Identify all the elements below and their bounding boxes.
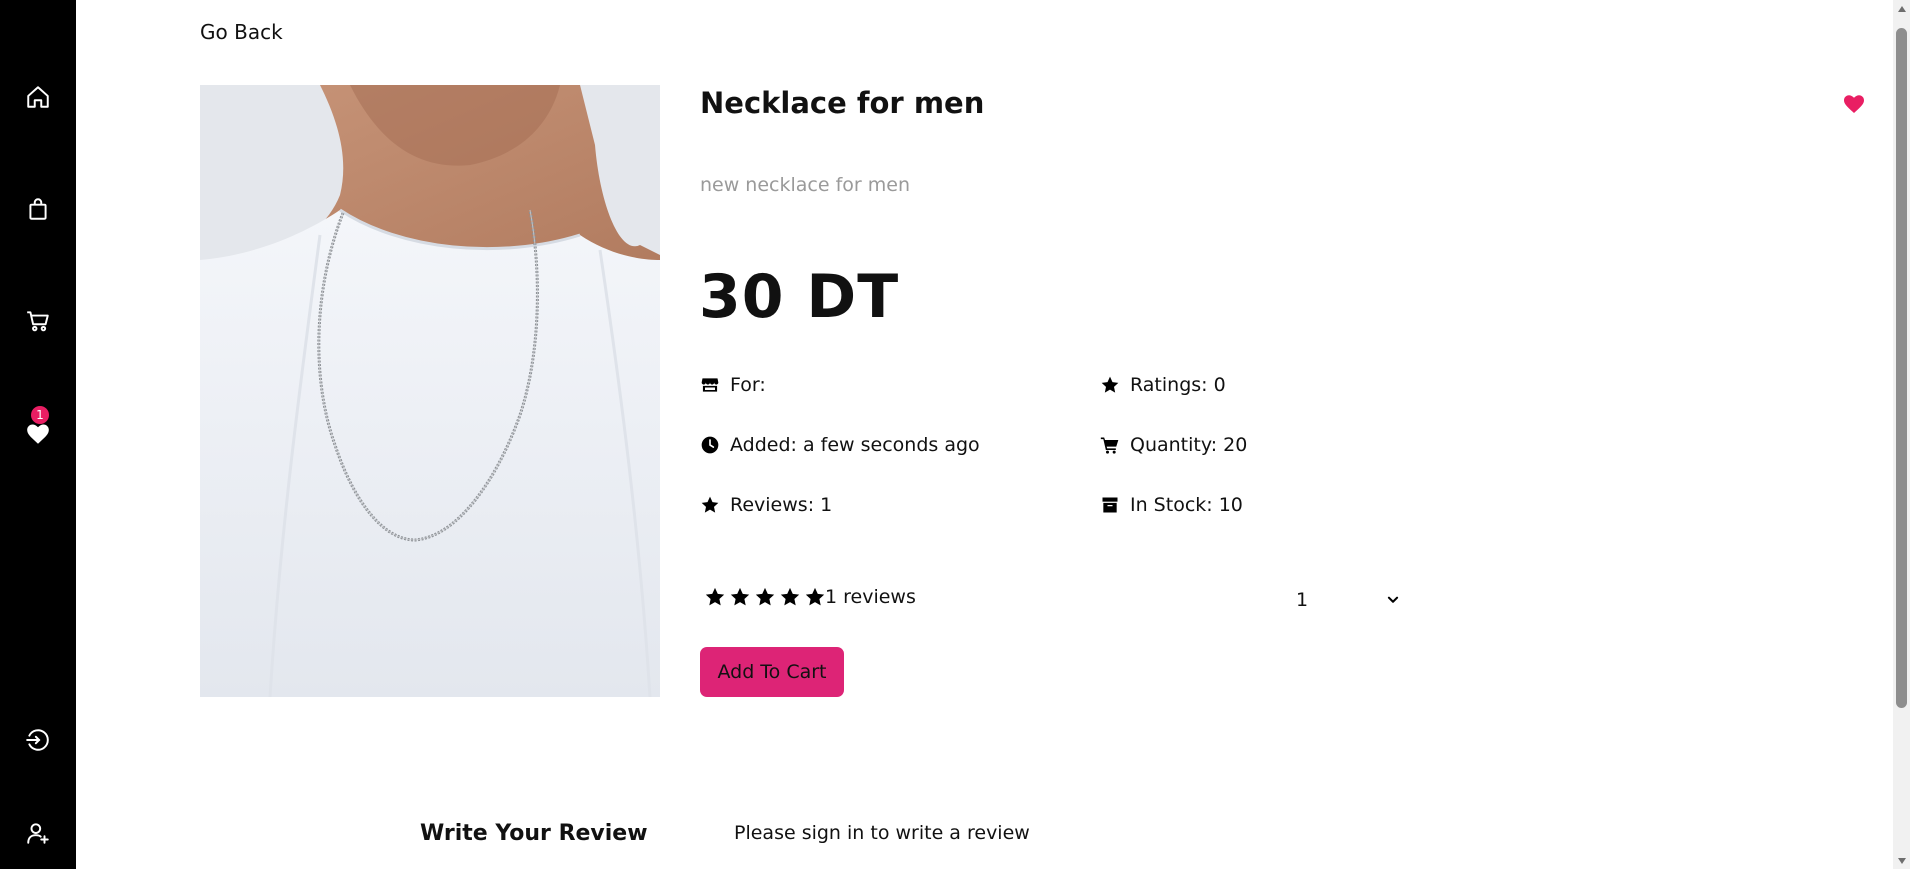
necklace-photo bbox=[200, 85, 660, 697]
scroll-thumb[interactable] bbox=[1896, 28, 1907, 708]
product-price: 30 DT bbox=[699, 262, 900, 332]
user-plus-icon bbox=[27, 823, 49, 844]
store-icon bbox=[701, 378, 719, 392]
write-review-heading: Write Your Review bbox=[420, 821, 648, 846]
star-icon bbox=[805, 587, 825, 606]
sidebar: 1 bbox=[0, 0, 76, 869]
info-ratings: Ratings: 0 bbox=[1100, 374, 1226, 396]
home-icon bbox=[27, 86, 49, 108]
sidebar-item-cart[interactable] bbox=[0, 301, 76, 341]
sidebar-item-login[interactable] bbox=[0, 720, 76, 760]
add-to-cart-button[interactable]: Add To Cart bbox=[700, 647, 844, 697]
star-icon bbox=[701, 496, 719, 513]
page-scrollbar[interactable] bbox=[1893, 0, 1910, 869]
info-quantity: Quantity: 20 bbox=[1100, 434, 1247, 456]
chevron-down-icon bbox=[1387, 596, 1399, 603]
scroll-down-arrow[interactable] bbox=[1893, 852, 1910, 869]
box-icon bbox=[1102, 497, 1118, 513]
info-quantity-label: Quantity: 20 bbox=[1130, 434, 1248, 456]
sign-in-icon bbox=[26, 729, 49, 751]
heart-icon bbox=[27, 424, 49, 444]
quantity-select-value: 1 bbox=[1296, 589, 1309, 611]
info-reviews-label: Reviews: 1 bbox=[730, 494, 833, 516]
heart-icon[interactable] bbox=[1842, 92, 1866, 116]
sidebar-item-favorites[interactable]: 1 bbox=[0, 406, 76, 454]
star-icon bbox=[755, 587, 775, 606]
clock-icon bbox=[701, 436, 719, 454]
star-icon bbox=[1101, 376, 1119, 393]
star-icon bbox=[730, 587, 750, 606]
info-in-stock-label: In Stock: 10 bbox=[1130, 494, 1243, 516]
quantity-select[interactable]: 1 bbox=[1290, 585, 1400, 615]
shopping-bag-icon bbox=[29, 198, 47, 220]
sidebar-item-shop[interactable] bbox=[0, 189, 76, 229]
info-in-stock: In Stock: 10 bbox=[1100, 494, 1243, 516]
reviews-count: 1 reviews bbox=[825, 586, 916, 608]
rating-stars bbox=[704, 586, 829, 608]
scroll-up-arrow[interactable] bbox=[1893, 0, 1910, 17]
info-reviews: Reviews: 1 bbox=[700, 494, 832, 516]
signin-to-review-note: Please sign in to write a review bbox=[734, 822, 1030, 844]
info-added-label: Added: a few seconds ago bbox=[730, 434, 980, 456]
star-icon bbox=[780, 587, 800, 606]
product-description: new necklace for men bbox=[700, 174, 910, 196]
cart-icon bbox=[1100, 437, 1119, 454]
star-icon bbox=[705, 587, 725, 606]
info-ratings-label: Ratings: 0 bbox=[1130, 374, 1226, 396]
info-for: For: bbox=[700, 374, 766, 396]
sidebar-item-home[interactable] bbox=[0, 77, 76, 117]
product-image bbox=[200, 85, 660, 697]
cart-icon bbox=[27, 311, 49, 332]
favorites-count-badge: 1 bbox=[31, 406, 49, 424]
product-title: Necklace for men bbox=[700, 86, 985, 120]
sidebar-item-register[interactable] bbox=[0, 813, 76, 853]
info-added: Added: a few seconds ago bbox=[700, 434, 980, 456]
info-for-label: For: bbox=[730, 374, 766, 396]
go-back-link[interactable]: Go Back bbox=[200, 20, 283, 44]
